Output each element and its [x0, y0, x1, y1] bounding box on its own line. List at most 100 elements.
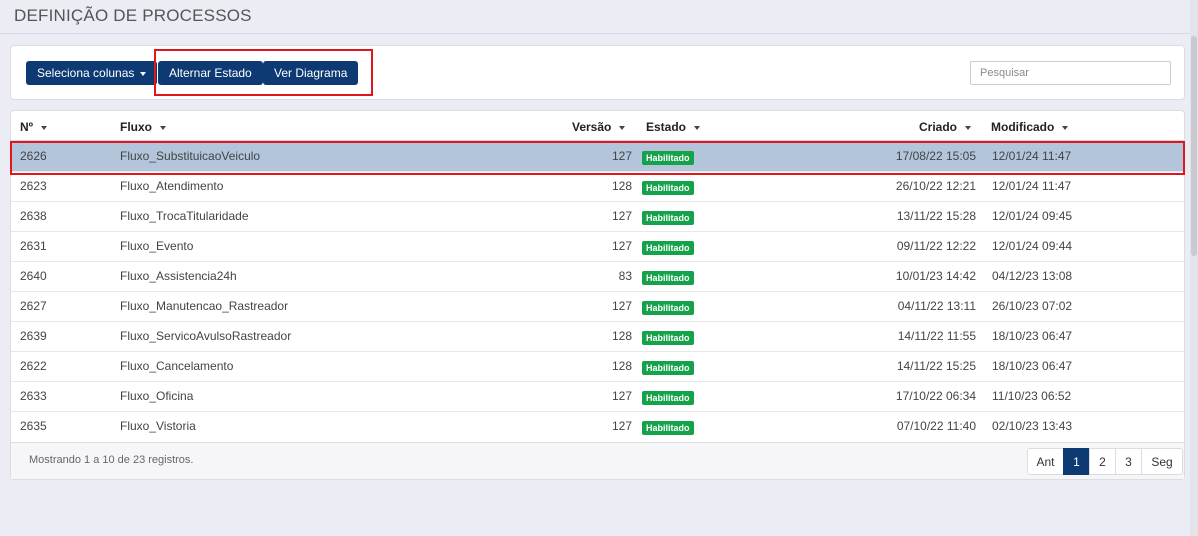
cell-num: 2627 — [20, 299, 47, 313]
cell-num: 2640 — [20, 269, 47, 283]
cell-modified: 11/10/23 06:52 — [992, 389, 1072, 403]
table-row[interactable]: 2622 Fluxo_Cancelamento 128 Habilitado 1… — [11, 351, 1184, 381]
cell-flow: Fluxo_Manutencao_Rastreador — [120, 299, 289, 313]
cell-modified: 18/10/23 06:47 — [992, 359, 1073, 373]
cell-state: Habilitado — [642, 270, 694, 285]
column-header-state[interactable]: Estado — [646, 120, 701, 134]
cell-created: 14/11/22 11:55 — [897, 329, 976, 343]
cell-num: 2635 — [20, 419, 47, 433]
sort-caret-icon — [1062, 125, 1069, 130]
pagination-next[interactable]: Seg — [1141, 448, 1183, 475]
cell-modified: 02/10/23 13:43 — [992, 419, 1073, 433]
cell-num: 2631 — [20, 239, 47, 253]
cell-flow: Fluxo_Vistoria — [120, 419, 196, 433]
table-row[interactable]: 2639 Fluxo_ServicoAvulsoRastreador 128 H… — [11, 321, 1184, 351]
cell-state: Habilitado — [642, 390, 694, 405]
pagination-page-2[interactable]: 2 — [1089, 448, 1116, 475]
cell-created: 07/10/22 11:40 — [896, 419, 976, 433]
column-header-version-label: Versão — [572, 120, 612, 134]
cell-flow: Fluxo_ServicoAvulsoRastreador — [120, 329, 292, 343]
cell-flow: Fluxo_Atendimento — [120, 179, 224, 193]
cell-version: 128 — [611, 179, 632, 193]
cell-version: 127 — [611, 299, 632, 313]
selected-row-highlight-box — [10, 141, 1185, 175]
pagination-page-1[interactable]: 1 — [1063, 448, 1090, 475]
column-header-version[interactable]: Versão — [572, 120, 626, 134]
table-row[interactable]: 2627 Fluxo_Manutencao_Rastreador 127 Hab… — [11, 291, 1184, 321]
process-table: Nº Fluxo Versão Estado Criado Modificado… — [10, 110, 1185, 480]
title-divider — [0, 33, 1190, 34]
status-badge: Habilitado — [642, 241, 694, 255]
status-badge: Habilitado — [642, 181, 694, 195]
table-row[interactable]: 2640 Fluxo_Assistencia24h 83 Habilitado … — [11, 261, 1184, 291]
column-header-flow-label: Fluxo — [120, 120, 152, 134]
status-badge: Habilitado — [642, 421, 694, 435]
cell-modified: 12/01/24 11:47 — [992, 179, 1072, 193]
cell-state: Habilitado — [642, 300, 694, 315]
column-header-state-label: Estado — [646, 120, 687, 134]
cell-modified: 12/01/24 09:44 — [992, 239, 1073, 253]
status-badge: Habilitado — [642, 331, 694, 345]
cell-num: 2638 — [20, 209, 47, 223]
cell-modified: 12/01/24 09:45 — [992, 209, 1073, 223]
column-header-flow[interactable]: Fluxo — [120, 120, 166, 134]
sort-caret-icon — [160, 125, 166, 130]
scrollbar-thumb[interactable] — [1191, 36, 1197, 256]
cell-created: 13/11/22 15:28 — [896, 209, 976, 223]
sort-caret-icon — [694, 125, 701, 130]
status-badge: Habilitado — [642, 391, 694, 405]
cell-flow: Fluxo_Cancelamento — [120, 359, 234, 373]
pagination-page-3[interactable]: 3 — [1115, 448, 1142, 475]
status-badge: Habilitado — [642, 361, 694, 375]
select-columns-label: Seleciona colunas — [37, 66, 135, 80]
cell-state: Habilitado — [642, 420, 694, 435]
cell-created: 04/11/22 13:11 — [897, 299, 976, 313]
cell-version: 83 — [618, 269, 632, 283]
sort-caret-icon — [41, 125, 48, 130]
status-badge: Habilitado — [642, 271, 694, 285]
sort-caret-icon — [619, 125, 626, 130]
cell-state: Habilitado — [642, 210, 694, 225]
toolbar-panel: Seleciona colunas Alternar Estado Ver Di… — [10, 45, 1185, 100]
cell-num: 2633 — [20, 389, 47, 403]
page-title: DEFINIÇÃO DE PROCESSOS — [14, 6, 252, 25]
column-header-num-label: Nº — [20, 120, 34, 134]
cell-modified: 04/12/23 13:08 — [992, 269, 1073, 283]
sort-caret-icon — [965, 125, 972, 130]
cell-num: 2639 — [20, 329, 47, 343]
column-header-created-label: Criado — [919, 120, 958, 134]
cell-created: 26/10/22 12:21 — [895, 179, 976, 193]
cell-state: Habilitado — [642, 360, 694, 375]
column-header-num[interactable]: Nº — [20, 120, 48, 134]
buttons-highlight-box — [154, 49, 373, 96]
cell-flow: Fluxo_Evento — [120, 239, 194, 253]
table-row[interactable]: 2638 Fluxo_TrocaTitularidade 127 Habilit… — [11, 201, 1184, 231]
cell-version: 127 — [611, 209, 632, 223]
cell-flow: Fluxo_Oficina — [120, 389, 194, 403]
status-badge: Habilitado — [642, 211, 694, 225]
column-header-created[interactable]: Criado — [919, 120, 972, 134]
cell-modified: 18/10/23 06:47 — [992, 329, 1073, 343]
cell-created: 09/11/22 12:22 — [896, 239, 976, 253]
cell-flow: Fluxo_TrocaTitularidade — [120, 209, 249, 223]
table-row[interactable]: 2635 Fluxo_Vistoria 127 Habilitado 07/10… — [11, 411, 1184, 441]
caret-down-icon — [140, 71, 147, 76]
cell-created: 10/01/23 14:42 — [895, 269, 976, 283]
pagination-prev[interactable]: Ant — [1027, 448, 1064, 475]
select-columns-button[interactable]: Seleciona colunas — [26, 61, 158, 85]
column-header-modified[interactable]: Modificado — [991, 120, 1069, 134]
table-footer: Mostrando 1 a 10 de 23 registros. Ant 1 … — [11, 442, 1184, 479]
cell-version: 127 — [611, 389, 632, 403]
search-input[interactable] — [970, 61, 1171, 85]
table-row[interactable]: 2623 Fluxo_Atendimento 128 Habilitado 26… — [11, 171, 1184, 201]
cell-flow: Fluxo_Assistencia24h — [120, 269, 237, 283]
status-badge: Habilitado — [642, 301, 694, 315]
table-row[interactable]: 2631 Fluxo_Evento 127 Habilitado 09/11/2… — [11, 231, 1184, 261]
cell-state: Habilitado — [642, 330, 694, 345]
cell-version: 128 — [611, 359, 632, 373]
table-row[interactable]: 2633 Fluxo_Oficina 127 Habilitado 17/10/… — [11, 381, 1184, 411]
pagination: Ant 1 2 3 Seg — [1027, 448, 1183, 475]
page-scrollbar[interactable] — [1190, 0, 1198, 536]
cell-created: 14/11/22 15:25 — [896, 359, 976, 373]
cell-num: 2622 — [20, 359, 47, 373]
